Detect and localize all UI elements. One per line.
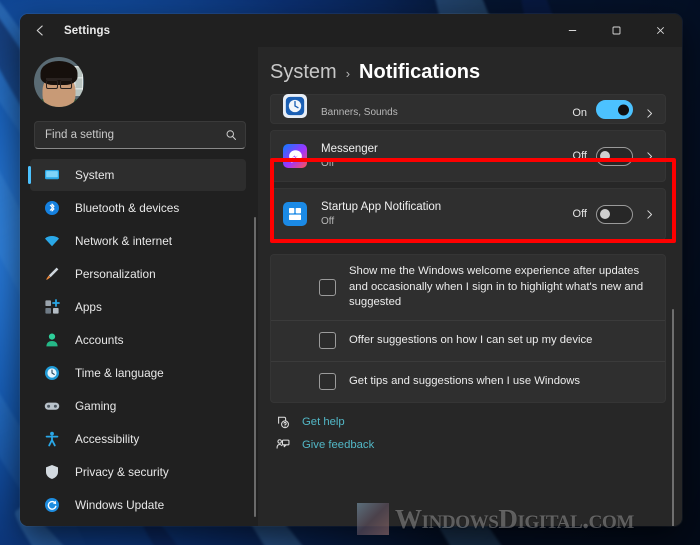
- chevron-right-icon[interactable]: [644, 209, 655, 220]
- back-arrow-icon[interactable]: [24, 17, 56, 45]
- checkbox-get-tips[interactable]: [319, 373, 336, 390]
- title-bar: Settings: [20, 14, 682, 47]
- gamepad-icon: [42, 397, 62, 415]
- app-notification-toggle[interactable]: [596, 204, 633, 224]
- shield-icon: [42, 463, 62, 481]
- sidebar-item-bluetooth-devices[interactable]: Bluetooth & devices: [30, 192, 246, 224]
- app-subtitle: Banners, Sounds: [321, 107, 398, 118]
- sidebar-item-gaming[interactable]: Gaming: [30, 390, 246, 422]
- sidebar-item-label: Bluetooth & devices: [75, 201, 180, 215]
- search-box[interactable]: [34, 121, 246, 149]
- app-name: Messenger: [321, 143, 378, 155]
- option-row-welcome-experience[interactable]: Show me the Windows welcome experience a…: [271, 255, 665, 320]
- app-subtitle: Off: [321, 216, 335, 227]
- help-question-icon: [272, 415, 294, 429]
- search-section: [24, 113, 258, 159]
- app-notification-row-clock[interactable]: Clock Banners, Sounds On: [270, 94, 666, 124]
- window-controls: [550, 14, 682, 47]
- paintbrush-icon: [42, 265, 62, 283]
- app-notification-row-startup-app-notification[interactable]: Startup App Notification Off Off: [270, 188, 666, 240]
- option-label: Get tips and suggestions when I use Wind…: [349, 374, 581, 387]
- sidebar-item-system[interactable]: System: [28, 159, 246, 191]
- option-row-get-tips[interactable]: Get tips and suggestions when I use Wind…: [271, 360, 665, 402]
- app-subtitle: Off: [321, 158, 335, 169]
- sidebar-item-label: Windows Update: [75, 498, 165, 512]
- get-help-link[interactable]: Get help: [272, 415, 666, 429]
- link-label: Get help: [302, 415, 345, 428]
- sidebar-item-label: Network & internet: [75, 234, 173, 248]
- additional-settings-card: Show me the Windows welcome experience a…: [270, 158, 676, 403]
- chevron-right-icon[interactable]: [644, 108, 655, 119]
- settings-scroll-area: Clock Banners, Sounds On Messenger: [270, 94, 676, 526]
- accessibility-person-icon: [42, 430, 62, 448]
- clock-app-icon: [283, 94, 307, 118]
- sidebar-item-label: Privacy & security: [75, 465, 169, 479]
- sidebar-item-label: Accessibility: [75, 432, 140, 446]
- breadcrumb-root[interactable]: System: [270, 61, 337, 84]
- sidebar-item-label: Time & language: [75, 366, 164, 380]
- option-label: Show me the Windows welcome experience a…: [349, 265, 644, 308]
- startup-app-icon: [283, 202, 307, 226]
- clock-globe-icon: [42, 364, 62, 382]
- content-scrollbar[interactable]: [672, 309, 674, 526]
- refresh-circle-icon: [42, 496, 62, 514]
- app-notification-toggle[interactable]: [596, 100, 633, 119]
- option-row-offer-suggestions[interactable]: Offer suggestions on how I can set up my…: [271, 319, 665, 361]
- sidebar-item-time-language[interactable]: Time & language: [30, 357, 246, 389]
- sidebar-item-accessibility[interactable]: Accessibility: [30, 423, 246, 455]
- sidebar-item-accounts[interactable]: Accounts: [30, 324, 246, 356]
- person-icon: [42, 331, 62, 349]
- sidebar: System Bluetooth & devices Network & int…: [20, 47, 258, 526]
- sidebar-item-network-internet[interactable]: Network & internet: [30, 225, 246, 257]
- sidebar-item-label: Gaming: [75, 399, 117, 413]
- content-pane: System › Notifications Clock Banners, So…: [258, 47, 682, 526]
- footer-links: Get help Give feedback: [270, 403, 666, 471]
- sidebar-item-privacy-security[interactable]: Privacy & security: [30, 456, 246, 488]
- breadcrumb: System › Notifications: [270, 47, 676, 94]
- link-label: Give feedback: [302, 438, 375, 451]
- wifi-icon: [42, 232, 62, 250]
- search-icon: [225, 129, 237, 141]
- search-input[interactable]: [45, 129, 225, 141]
- sidebar-item-label: System: [75, 168, 115, 182]
- app-title: Settings: [64, 24, 111, 37]
- apps-grid-icon: [42, 298, 62, 316]
- sidebar-item-label: Apps: [75, 300, 102, 314]
- page-title: Notifications: [359, 61, 481, 83]
- feedback-person-icon: [272, 438, 294, 452]
- sidebar-item-personalization[interactable]: Personalization: [30, 258, 246, 290]
- app-name: Startup App Notification: [321, 201, 442, 213]
- checkbox-offer-suggestions[interactable]: [319, 332, 336, 349]
- settings-window: Settings Find a setting System Bluetooth…: [20, 14, 682, 526]
- sidebar-item-windows-update[interactable]: Windows Update: [30, 489, 246, 521]
- app-toggle-state: Off: [572, 150, 587, 162]
- option-label: Offer suggestions on how I can set up my…: [349, 333, 593, 346]
- account-section[interactable]: [24, 47, 258, 113]
- app-toggle-state: Off: [572, 208, 587, 220]
- breadcrumb-separator: ›: [345, 66, 351, 81]
- app-notification-toggle[interactable]: [596, 146, 633, 166]
- monitor-icon: [42, 166, 62, 184]
- messenger-app-icon: [283, 144, 307, 168]
- minimize-icon[interactable]: [550, 14, 594, 47]
- sidebar-scrollbar[interactable]: [254, 217, 256, 517]
- chevron-right-icon[interactable]: [644, 151, 655, 162]
- sidebar-item-apps[interactable]: Apps: [30, 291, 246, 323]
- app-toggle-state: On: [572, 107, 587, 119]
- maximize-icon[interactable]: [594, 14, 638, 47]
- checkbox-welcome-experience[interactable]: [319, 278, 336, 296]
- avatar: [34, 57, 84, 107]
- sidebar-item-label: Accounts: [75, 333, 124, 347]
- sidebar-item-label: Personalization: [75, 267, 156, 281]
- app-notification-row-messenger[interactable]: Messenger Off Off: [270, 130, 666, 182]
- close-icon[interactable]: [638, 14, 682, 47]
- sidebar-nav: System Bluetooth & devices Network & int…: [24, 159, 258, 526]
- give-feedback-link[interactable]: Give feedback: [272, 438, 666, 452]
- bluetooth-icon: [42, 199, 62, 217]
